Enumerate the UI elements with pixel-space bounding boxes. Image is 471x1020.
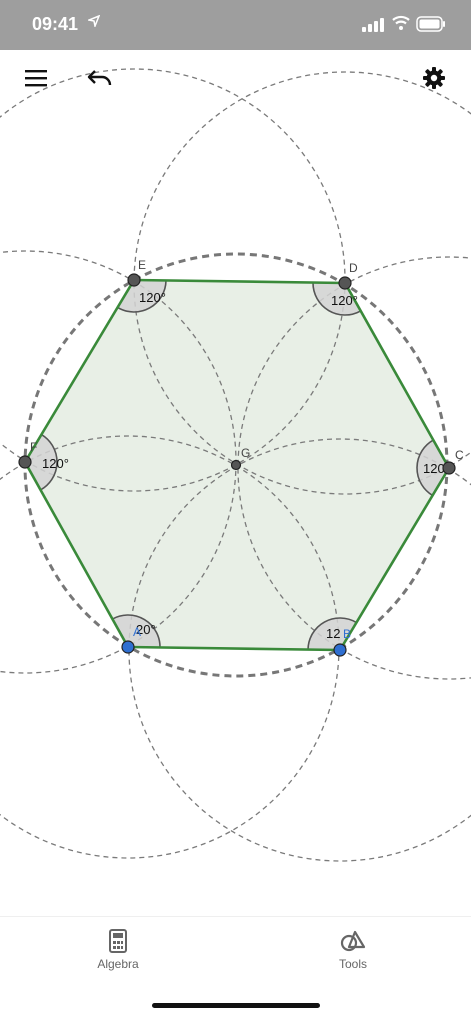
- status-bar: 09:41: [0, 0, 471, 50]
- wifi-icon: [392, 15, 410, 31]
- angle-label-d: 120°: [331, 293, 358, 308]
- undo-icon: [87, 70, 112, 86]
- point-f[interactable]: [18, 455, 32, 469]
- tab-tools[interactable]: Tools: [303, 929, 403, 971]
- graphics-view[interactable]: 20° 12 120 120° 120° 120° A B C D E F G: [0, 50, 471, 916]
- point-label-b: B: [343, 627, 351, 641]
- point-label-d: D: [349, 261, 358, 275]
- point-a[interactable]: [121, 640, 135, 654]
- menu-button[interactable]: [18, 60, 54, 96]
- location-arrow-icon: [86, 14, 101, 30]
- point-g[interactable]: [230, 459, 242, 471]
- home-indicator: [152, 1003, 320, 1008]
- point-label-f: F: [30, 440, 37, 454]
- battery-icon: [416, 16, 446, 32]
- point-label-g: G: [241, 446, 250, 460]
- calculator-icon: [109, 929, 127, 953]
- point-label-e: E: [138, 258, 146, 272]
- tab-tools-label: Tools: [338, 957, 367, 971]
- tab-algebra[interactable]: Algebra: [68, 929, 168, 971]
- angle-label-c: 120: [423, 461, 445, 476]
- point-label-c: C: [455, 448, 464, 462]
- point-label-a: A: [133, 625, 141, 639]
- tools-icon: [340, 930, 366, 952]
- geometry-canvas[interactable]: 20° 12120120°120°120°A BCDEF G: [0, 50, 471, 916]
- point-c[interactable]: [442, 461, 456, 475]
- settings-button[interactable]: [416, 60, 452, 96]
- status-time: 09:41: [32, 14, 79, 34]
- angle-label-e: 120°: [139, 290, 166, 305]
- gear-icon: [423, 67, 445, 89]
- point-d[interactable]: [338, 276, 352, 290]
- undo-button[interactable]: [82, 60, 118, 96]
- point-b[interactable]: [333, 643, 347, 657]
- angle-label-b: 12: [326, 626, 340, 641]
- point-e[interactable]: [127, 273, 141, 287]
- hamburger-icon: [25, 70, 47, 87]
- angle-label-f: 120°: [42, 456, 69, 471]
- tab-algebra-label: Algebra: [97, 957, 139, 971]
- cellular-signal-icon: [362, 18, 384, 32]
